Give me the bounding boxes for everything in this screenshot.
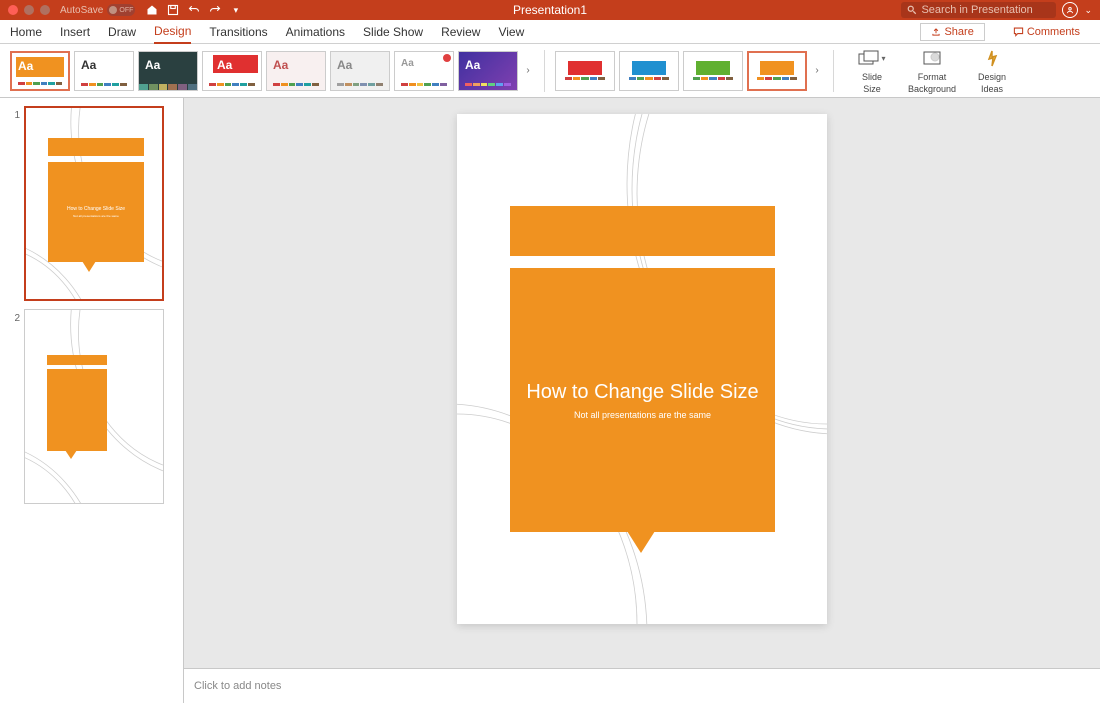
format-bg-label-2: Background	[908, 84, 956, 94]
tab-review[interactable]: Review	[441, 21, 480, 43]
tab-draw[interactable]: Draw	[108, 21, 136, 43]
slide-size-label-2: Size	[863, 84, 881, 94]
variant-blue[interactable]	[619, 51, 679, 91]
tab-design[interactable]: Design	[154, 20, 191, 44]
slide-size-icon: ▾	[858, 48, 885, 70]
mini-slide-subtitle: Not all presentations are the same	[73, 214, 119, 218]
theme-option-6[interactable]: Aa	[330, 51, 390, 91]
comments-label: Comments	[1027, 26, 1080, 38]
format-bg-label-1: Format	[918, 72, 947, 82]
ribbon-separator	[544, 50, 545, 92]
slide-canvas[interactable]: How to Change Slide Size Not all present…	[457, 114, 827, 624]
slide-size-button[interactable]: ▾ Slide Size	[844, 48, 900, 94]
autosave-label: AutoSave	[60, 5, 103, 16]
close-button[interactable]	[8, 5, 18, 15]
variant-orange[interactable]	[747, 51, 807, 91]
format-background-button[interactable]: Format Background	[904, 48, 960, 94]
ribbon-separator-2	[833, 50, 834, 92]
slide-subtitle[interactable]: Not all presentations are the same	[574, 410, 711, 420]
canvas-scroll[interactable]: How to Change Slide Size Not all present…	[184, 98, 1100, 668]
speech-tail-icon	[627, 531, 655, 553]
more-variants-button[interactable]: ›	[811, 65, 823, 76]
theme-option-7[interactable]: Aa	[394, 51, 454, 91]
theme-option-8[interactable]: Aa	[458, 51, 518, 91]
variant-red[interactable]	[555, 51, 615, 91]
design-ideas-label-2: Ideas	[981, 84, 1003, 94]
ribbon-tabs: Home Insert Draw Design Transitions Anim…	[0, 20, 1100, 44]
tab-slideshow[interactable]: Slide Show	[363, 21, 423, 43]
tab-home[interactable]: Home	[10, 21, 42, 43]
mini-slide-title: How to Change Slide Size	[67, 206, 125, 212]
workspace: 1 How to Change Slide Size Not all prese…	[0, 98, 1100, 703]
slide-size-label-1: Slide	[862, 72, 882, 82]
share-icon	[931, 27, 941, 37]
chevron-down-icon[interactable]: ⌄	[1084, 5, 1092, 16]
quick-access-toolbar: ▾	[145, 4, 242, 17]
home-icon[interactable]	[145, 4, 158, 17]
theme-option-5[interactable]: Aa	[266, 51, 326, 91]
maximize-button[interactable]	[40, 5, 50, 15]
title-right: Search in Presentation ⌄	[901, 2, 1092, 18]
autosave-toggle[interactable]: AutoSave OFF	[60, 4, 135, 16]
slide-number-1: 1	[12, 106, 20, 121]
share-label: Share	[944, 26, 973, 38]
variant-green[interactable]	[683, 51, 743, 91]
tab-transitions[interactable]: Transitions	[209, 21, 267, 43]
minimize-button[interactable]	[24, 5, 34, 15]
design-ideas-icon	[983, 48, 1001, 70]
more-themes-button[interactable]: ›	[522, 65, 534, 76]
autosave-switch-icon: OFF	[107, 4, 135, 16]
notes-input[interactable]: Click to add notes	[184, 668, 1100, 703]
window-title: Presentation1	[513, 3, 587, 17]
slide-thumbnail-1[interactable]: How to Change Slide Size Not all present…	[24, 106, 164, 301]
theme-option-1[interactable]: Aa	[10, 51, 70, 91]
tab-animations[interactable]: Animations	[286, 21, 345, 43]
slide-thumbnail-2[interactable]	[24, 309, 164, 504]
comments-button[interactable]: Comments	[1003, 24, 1090, 40]
customize-qat-icon[interactable]: ▾	[229, 4, 242, 17]
share-button[interactable]: Share	[920, 23, 984, 41]
tab-insert[interactable]: Insert	[60, 21, 90, 43]
notes-placeholder: Click to add notes	[194, 680, 281, 692]
theme-option-2[interactable]: Aa	[74, 51, 134, 91]
slide-number-2: 2	[12, 309, 20, 324]
undo-icon[interactable]	[187, 4, 200, 17]
comment-icon	[1013, 26, 1024, 37]
slide-thumbnail-row-1: 1 How to Change Slide Size Not all prese…	[12, 106, 171, 301]
window-buttons	[8, 5, 50, 15]
theme-option-3[interactable]: Aa	[138, 51, 198, 91]
search-placeholder: Search in Presentation	[921, 4, 1032, 16]
slide-thumbnail-row-2: 2	[12, 309, 171, 504]
canvas-area: How to Change Slide Size Not all present…	[184, 98, 1100, 703]
design-ideas-label-1: Design	[978, 72, 1006, 82]
tab-view[interactable]: View	[498, 21, 524, 43]
slide-title[interactable]: How to Change Slide Size	[526, 381, 758, 404]
user-account-icon[interactable]	[1062, 2, 1078, 18]
redo-icon[interactable]	[208, 4, 221, 17]
design-ideas-button[interactable]: Design Ideas	[964, 48, 1020, 94]
slide-thumbnail-panel[interactable]: 1 How to Change Slide Size Not all prese…	[0, 98, 184, 703]
ribbon-design: Aa Aa Aa Aa Aa Aa Aa Aa ›	[0, 44, 1100, 98]
search-icon	[907, 5, 917, 15]
format-background-icon	[922, 48, 942, 70]
save-icon[interactable]	[166, 4, 179, 17]
titlebar: AutoSave OFF ▾ Presentation1 Search in P…	[0, 0, 1100, 20]
theme-option-4[interactable]: Aa	[202, 51, 262, 91]
search-input[interactable]: Search in Presentation	[901, 2, 1056, 18]
